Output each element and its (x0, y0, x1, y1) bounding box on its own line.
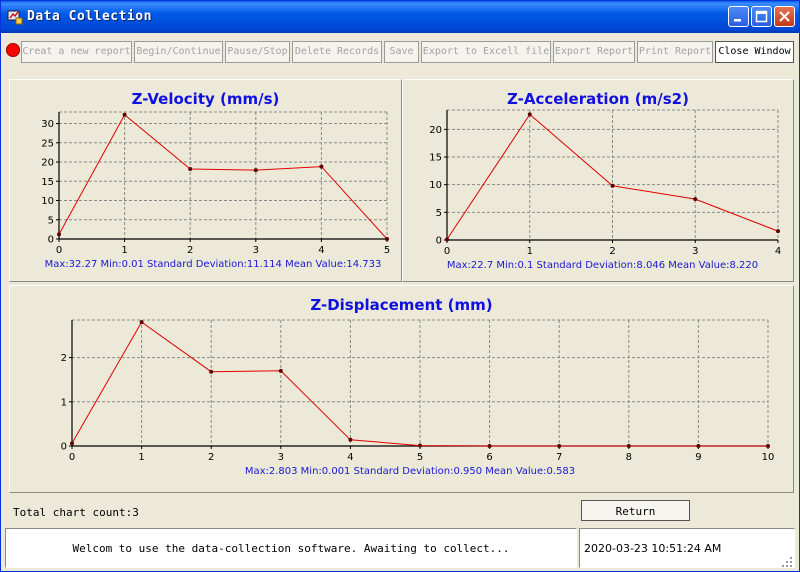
data-point (70, 441, 74, 446)
x-tick-label: 1 (121, 245, 127, 256)
data-point (253, 168, 258, 173)
displacement-chart: Z-Displacement (mm) 0 1 2 3 4 5 6 7 8 9 10 0 1 2 Max:2.… (61, 296, 775, 477)
data-point (445, 237, 449, 242)
x-tick-label: 1 (527, 246, 533, 257)
chart-title: Z-Velocity (mm/s) (132, 90, 280, 108)
x-tick-label: 10 (762, 452, 775, 463)
pause-stop-button[interactable]: Pause/Stop (225, 41, 290, 63)
create-report-button[interactable]: Creat a new report (21, 41, 132, 63)
x-tick-label: 1 (138, 452, 144, 463)
status-bar: Welcom to use the data-collection softwa… (5, 528, 795, 570)
x-tick-label: 0 (444, 246, 450, 257)
data-point (527, 112, 532, 117)
x-tick-label: 8 (626, 452, 632, 463)
close-button[interactable] (774, 6, 795, 27)
y-tick-label: 15 (429, 153, 442, 164)
data-point (557, 443, 562, 448)
velocity-chart: Z-Velocity (mm/s) 0 1 2 3 4 5 0 5 10 15 20 25 30 Max:3… (41, 90, 390, 270)
chart-title: Z-Acceleration (m/s2) (507, 90, 689, 108)
x-tick-label: 0 (69, 452, 75, 463)
status-timestamp: 2020-03-23 10:51:24 AM (579, 528, 795, 568)
status-message: Welcom to use the data-collection softwa… (5, 528, 577, 568)
data-point (348, 437, 353, 442)
x-tick-label: 3 (253, 245, 259, 256)
data-point (696, 443, 701, 448)
export-report-button[interactable]: Export Report (553, 41, 635, 63)
save-button[interactable]: Save (384, 41, 419, 63)
y-tick-label: 10 (429, 180, 442, 191)
x-tick-label: 2 (208, 452, 214, 463)
x-tick-label: 4 (775, 246, 781, 257)
window-title: Data Collection (27, 9, 152, 24)
y-tick-label: 0 (436, 236, 442, 247)
y-tick-label: 10 (41, 196, 54, 207)
begin-continue-button[interactable]: Begin/Continue (134, 41, 223, 63)
displacement-chart-panel: Z-Displacement (mm) 0 1 2 3 4 5 6 7 8 9 10 0 1 2 Max:2.… (9, 285, 794, 493)
data-point (139, 320, 144, 325)
y-tick-label: 15 (41, 177, 54, 188)
data-point (278, 368, 283, 373)
plot-area (59, 112, 387, 239)
x-tick-label: 9 (695, 452, 701, 463)
x-tick-label: 3 (692, 246, 698, 257)
data-point (385, 236, 389, 241)
y-tick-label: 0 (48, 235, 54, 246)
data-point (122, 112, 127, 117)
minimize-button[interactable] (728, 6, 749, 27)
x-tick-label: 5 (384, 245, 390, 256)
export-excel-button[interactable]: Export to Excell file (421, 41, 551, 63)
chart-count-label: Total chart count:3 (13, 506, 139, 519)
y-tick-label: 1 (61, 397, 67, 408)
chart-stats: Max:2.803 Min:0.001 Standard Deviation:0… (245, 466, 575, 477)
data-point (776, 229, 780, 234)
data-point (209, 369, 214, 374)
data-point (626, 443, 631, 448)
chart-title: Z-Displacement (mm) (310, 296, 492, 314)
chart-stats: Max:32.27 Min:0.01 Standard Deviation:11… (45, 259, 382, 270)
x-tick-label: 3 (278, 452, 284, 463)
close-icon (779, 11, 790, 22)
acceleration-chart-panel: Z-Acceleration (m/s2) 0 1 2 3 4 0 5 10 15 20 Max:22… (402, 79, 794, 282)
data-collection-window: Data Collection Creat a new report Begin… (0, 0, 800, 572)
y-tick-label: 30 (41, 119, 54, 130)
chart-stats: Max:22.7 Min:0.1 Standard Deviation:8.04… (447, 260, 758, 271)
x-tick-label: 6 (486, 452, 492, 463)
y-tick-label: 25 (41, 138, 54, 149)
x-tick-label: 5 (417, 452, 423, 463)
data-point (693, 197, 698, 202)
data-point (319, 164, 324, 169)
maximize-icon (755, 10, 768, 23)
minimize-icon (734, 19, 741, 22)
y-tick-label: 20 (429, 125, 442, 136)
data-point (487, 443, 492, 448)
x-tick-label: 2 (187, 245, 193, 256)
data-point (766, 443, 770, 448)
y-tick-label: 20 (41, 158, 54, 169)
y-tick-label: 2 (61, 353, 67, 364)
data-point (610, 183, 615, 188)
maximize-button[interactable] (751, 6, 772, 27)
data-point (57, 232, 61, 237)
recording-indicator-icon (6, 43, 20, 57)
app-icon (7, 10, 23, 25)
velocity-chart-panel: Z-Velocity (mm/s) 0 1 2 3 4 5 0 5 10 15 20 25 30 Max:3… (9, 79, 402, 282)
y-tick-label: 0 (61, 442, 67, 453)
resize-grip-icon[interactable] (781, 556, 793, 568)
return-button[interactable]: Return (581, 500, 690, 521)
print-report-button[interactable]: Print Report (637, 41, 713, 63)
x-tick-label: 0 (56, 245, 62, 256)
x-tick-label: 2 (609, 246, 615, 257)
x-tick-label: 4 (347, 452, 353, 463)
x-tick-label: 7 (556, 452, 562, 463)
x-tick-label: 4 (318, 245, 324, 256)
y-tick-label: 5 (48, 215, 54, 226)
data-point (418, 443, 422, 448)
data-point (188, 166, 193, 171)
delete-records-button[interactable]: Delete Records (292, 41, 382, 63)
acceleration-chart: Z-Acceleration (m/s2) 0 1 2 3 4 0 5 10 15 20 Max:22… (429, 90, 781, 271)
title-bar[interactable]: Data Collection (1, 1, 799, 33)
close-window-button[interactable]: Close Window (715, 41, 794, 63)
y-tick-label: 5 (436, 208, 442, 219)
